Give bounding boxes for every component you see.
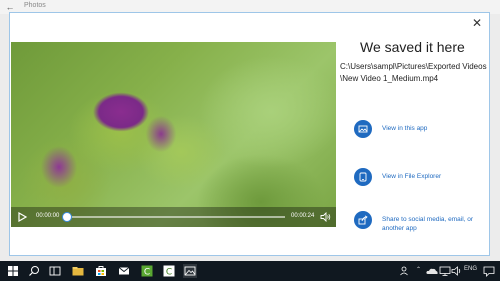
search-icon[interactable]	[27, 264, 41, 278]
saved-heading: We saved it here	[360, 39, 465, 55]
seek-bar[interactable]	[67, 216, 285, 218]
saved-file-path: C:\Users\sampl\Pictures\Exported Videos\…	[340, 62, 487, 83]
people-icon[interactable]	[398, 264, 412, 278]
play-icon[interactable]	[17, 212, 27, 222]
task-view-icon[interactable]	[48, 264, 62, 278]
share-button[interactable]: Share to social media, email, or another…	[354, 211, 494, 232]
current-time: 00:00:00	[36, 213, 60, 219]
app-title: Photos	[24, 2, 46, 9]
chevron-up-icon[interactable]: ⌃	[416, 266, 421, 273]
camtasia-recorder-icon[interactable]: C	[162, 264, 176, 278]
taskbar: C C ⌃ ENG	[0, 261, 500, 281]
file-explorer-icon[interactable]	[71, 264, 85, 278]
share-icon	[354, 211, 372, 229]
total-time: 00:00:24	[291, 213, 315, 219]
volume-icon[interactable]	[320, 212, 331, 222]
windows-start-icon[interactable]	[6, 264, 20, 278]
view-in-app-label: View in this app	[382, 125, 428, 132]
svg-text:C: C	[144, 268, 150, 278]
video-preview[interactable]: 00:00:00 00:00:24	[11, 42, 336, 227]
folder-icon	[354, 168, 372, 186]
view-in-app-button[interactable]: View in this app	[354, 120, 494, 140]
close-icon[interactable]: ✕	[470, 16, 484, 30]
svg-text:C: C	[166, 268, 172, 278]
video-controls: 00:00:00 00:00:24	[11, 207, 336, 227]
camtasia-icon[interactable]: C	[140, 264, 154, 278]
view-in-file-explorer-label: View in File Explorer	[382, 173, 442, 180]
view-in-file-explorer-button[interactable]: View in File Explorer	[354, 168, 494, 188]
image-icon	[354, 120, 372, 138]
speaker-icon[interactable]	[450, 264, 464, 278]
seek-thumb[interactable]	[62, 212, 72, 222]
export-dialog: ✕ 00:00:00 00:00:24 We saved it here C:\…	[9, 12, 490, 256]
photos-icon[interactable]	[183, 264, 197, 278]
mail-icon[interactable]	[117, 264, 131, 278]
onedrive-icon[interactable]	[425, 264, 439, 278]
language-indicator[interactable]: ENG	[464, 266, 477, 272]
store-icon[interactable]	[94, 264, 108, 278]
notifications-icon[interactable]	[482, 264, 496, 278]
share-label: Share to social media, email, or another…	[382, 216, 474, 232]
